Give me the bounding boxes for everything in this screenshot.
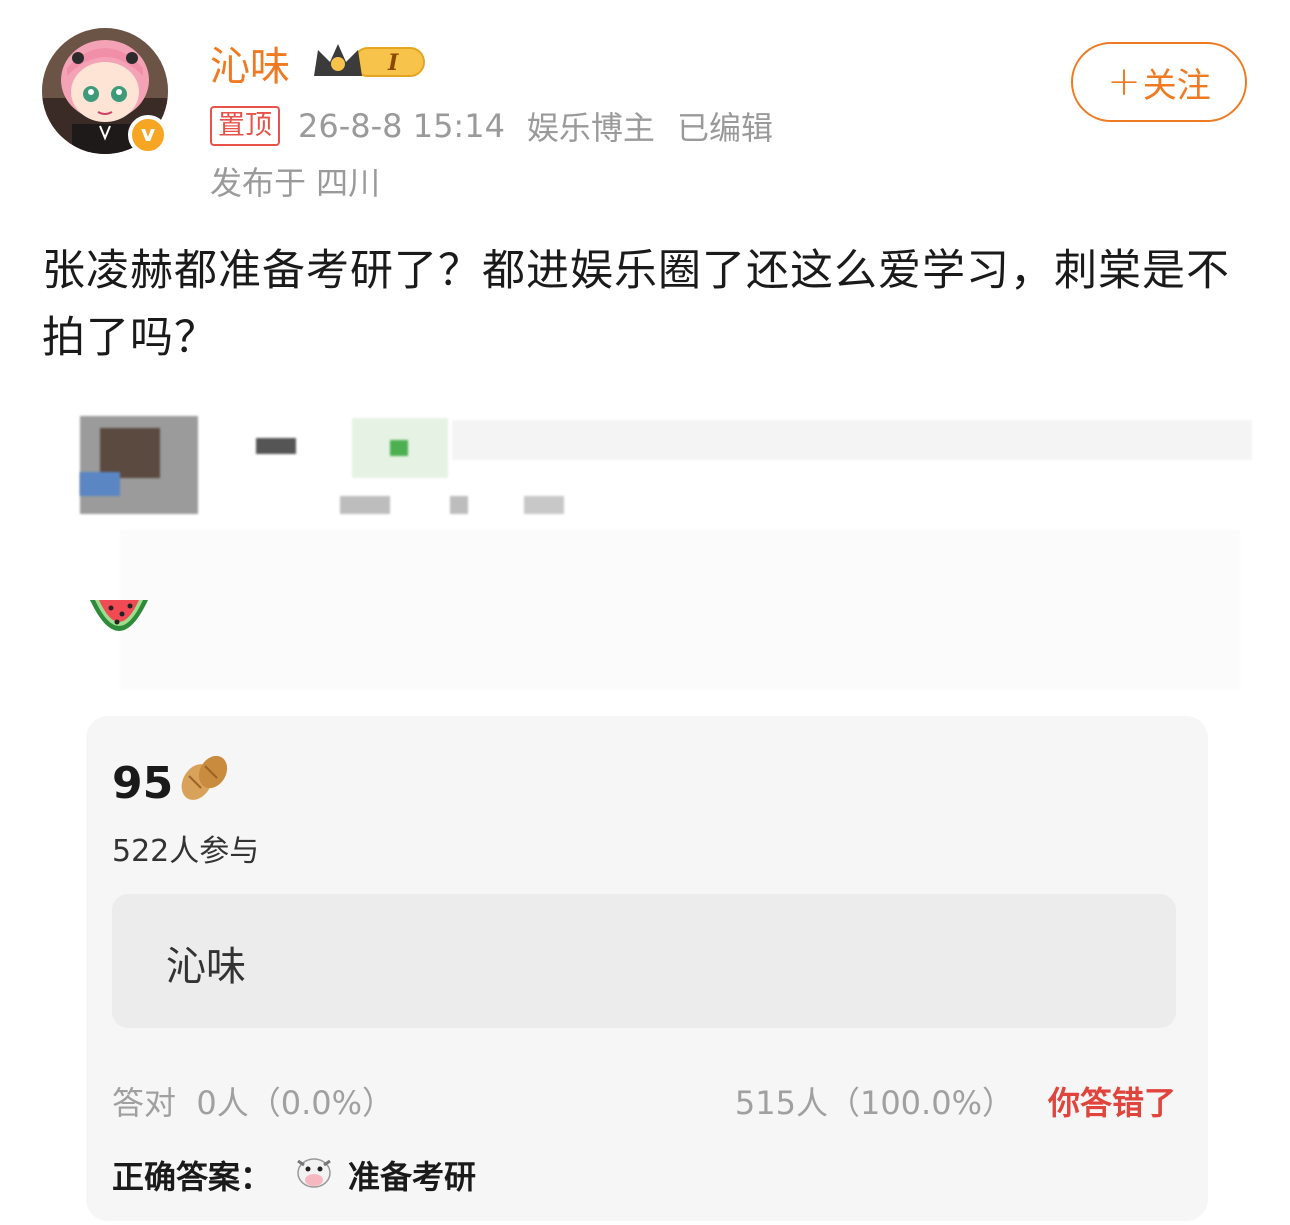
post-meta: 置顶 26-8-8 15:14 娱乐博主 已编辑 — [210, 104, 773, 148]
wrong-stats: 515人（100.0%） — [734, 1084, 1014, 1122]
post-timestamp: 26-8-8 15:14 — [298, 107, 505, 145]
peanut-icon — [177, 752, 233, 815]
follow-button[interactable]: + 关注 — [1071, 42, 1247, 122]
watermelon-icon — [86, 592, 152, 650]
pinned-tag: 置顶 — [210, 106, 280, 146]
wrong-result-label: 你答错了 — [1047, 1084, 1176, 1122]
correct-answer: 正确答案： 准备考研 — [112, 1152, 476, 1198]
answer-prefix: 正确答案： — [112, 1158, 273, 1196]
author-role: 娱乐博主 — [526, 109, 655, 147]
participants-count: 522人参与 — [112, 834, 260, 869]
follow-label: 关注 — [1142, 65, 1211, 106]
post-text: 张凌赫都准备考研了？都进娱乐圈了还这么爱学习，刺棠是不拍了吗？ — [42, 246, 1230, 363]
crown-level-icon: I — [310, 38, 428, 88]
cow-icon — [294, 1153, 334, 1197]
wrong-stats-group: 515人（100.0%） 你答错了 — [735, 1078, 1176, 1124]
verified-icon: v — [128, 115, 168, 155]
level-text: I — [387, 50, 399, 76]
blurred-embedded-post[interactable] — [80, 410, 1252, 710]
quiz-option[interactable]: 沁味 — [112, 894, 1176, 1028]
quiz-score: 95 — [112, 752, 233, 815]
correct-stats: 答对 0人（0.0%） — [112, 1084, 395, 1122]
edited-label[interactable]: 已编辑 — [677, 103, 773, 149]
plus-icon: + — [1107, 59, 1141, 105]
quiz-option-label: 沁味 — [166, 944, 246, 990]
post-location: 发布于 四川 — [210, 164, 381, 202]
answer-text: 准备考研 — [348, 1158, 477, 1196]
score-value: 95 — [112, 758, 174, 809]
author-name[interactable]: 沁味 — [210, 34, 290, 92]
